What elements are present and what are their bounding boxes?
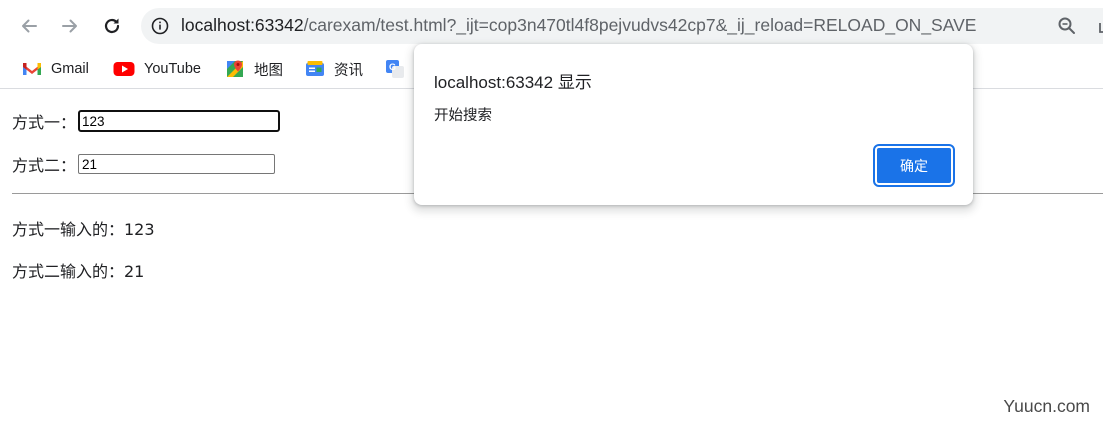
method2-row: 方式二： bbox=[12, 152, 276, 176]
watermark: Yuucn.com bbox=[1003, 396, 1090, 416]
forward-button[interactable] bbox=[56, 12, 84, 40]
bookmark-maps[interactable]: 地图 bbox=[225, 56, 283, 82]
zoom-icon[interactable] bbox=[1057, 16, 1077, 36]
info-icon[interactable] bbox=[151, 17, 169, 35]
gmail-icon bbox=[22, 61, 42, 77]
bookmark-label: Gmail bbox=[51, 61, 89, 77]
translate-icon: G bbox=[385, 59, 405, 79]
arrow-left-icon bbox=[22, 19, 37, 33]
share-icon[interactable] bbox=[1096, 16, 1103, 36]
method1-output: 方式一输入的：123 bbox=[12, 220, 155, 239]
alert-dialog: localhost:63342 显示 开始搜索 确定 bbox=[414, 44, 973, 205]
method1-label: 方式一： bbox=[12, 113, 77, 132]
bookmark-youtube[interactable]: YouTube bbox=[113, 56, 201, 82]
url-text[interactable]: localhost:63342/carexam/test.html?_ijt=c… bbox=[181, 15, 976, 36]
back-button[interactable] bbox=[15, 12, 43, 40]
url-host: localhost:63342 bbox=[181, 15, 304, 35]
address-bar[interactable]: localhost:63342/carexam/test.html?_ijt=c… bbox=[141, 8, 1103, 44]
bookmark-gmail[interactable]: Gmail bbox=[22, 56, 89, 82]
dialog-title: localhost:63342 显示 bbox=[434, 73, 592, 92]
method1-input[interactable] bbox=[78, 110, 281, 132]
method2-label: 方式二： bbox=[12, 156, 77, 175]
reload-icon bbox=[104, 18, 120, 34]
method1-row: 方式一： bbox=[12, 109, 281, 133]
bookmark-label: 地图 bbox=[254, 62, 283, 79]
bookmark-label: 资讯 bbox=[334, 62, 363, 79]
arrow-right-icon bbox=[62, 19, 77, 33]
reload-button[interactable] bbox=[98, 12, 126, 40]
method2-output: 方式二输入的：21 bbox=[12, 262, 145, 281]
url-path: /carexam/test.html?_ijt=cop3n470tl4f8pej… bbox=[303, 15, 977, 35]
bookmark-translate[interactable]: G bbox=[385, 56, 414, 82]
dialog-message: 开始搜索 bbox=[434, 108, 492, 124]
news-icon bbox=[305, 60, 325, 78]
maps-icon bbox=[225, 59, 245, 79]
svg-text:G: G bbox=[389, 62, 396, 72]
bookmark-label: YouTube bbox=[144, 61, 201, 77]
method2-input[interactable] bbox=[78, 154, 276, 174]
bookmark-news[interactable]: 资讯 bbox=[305, 56, 363, 82]
ok-button[interactable]: 确定 bbox=[873, 144, 955, 187]
youtube-icon bbox=[113, 61, 135, 77]
